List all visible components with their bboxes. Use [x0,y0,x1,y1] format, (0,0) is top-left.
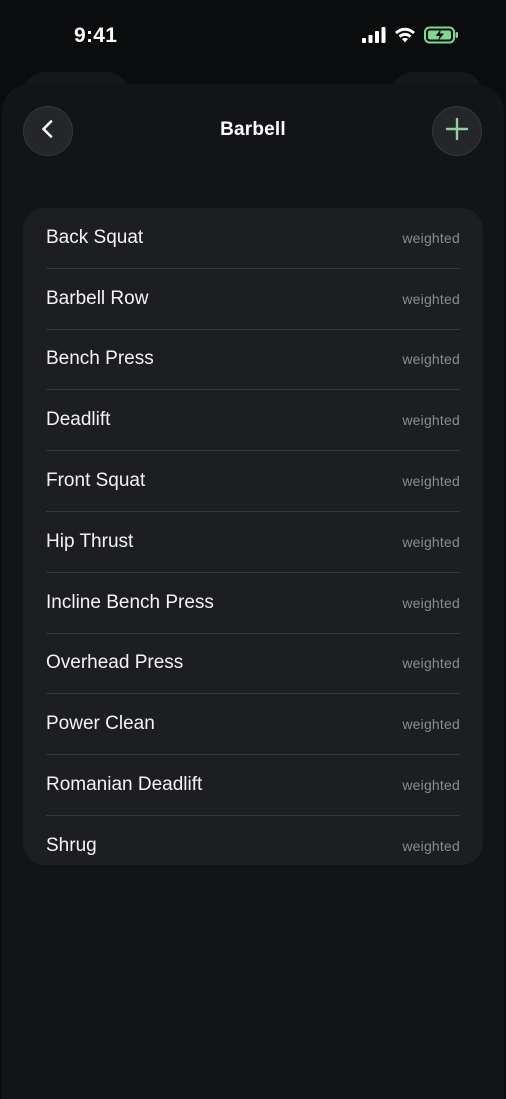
exercise-name: Incline Bench Press [46,591,214,613]
exercise-list-card: Back Squat weighted Barbell Row weighted Ben… [23,208,483,865]
list-item[interactable]: Incline Bench Press weighted [46,573,460,634]
exercise-type: weighted [402,655,460,672]
exercise-name: Shrug [46,834,97,856]
exercise-name: Overhead Press [46,652,184,674]
list-item[interactable]: Front Squat weighted [46,451,460,512]
list-item[interactable]: Romanian Deadlift weighted [46,755,460,816]
screen: 9:41 Barbell Back Squat weighted Barbell… [0,0,506,1099]
exercise-type: weighted [402,837,460,854]
cellular-signal-icon [362,27,386,48]
list-item[interactable]: Overhead Press weighted [46,634,460,695]
exercise-type: weighted [402,777,460,794]
exercise-type: weighted [402,594,460,611]
exercise-name: Deadlift [46,409,111,431]
exercise-type: weighted [402,412,460,429]
list-item[interactable]: Power Clean weighted [46,694,460,756]
exercise-list: Back Squat weighted Barbell Row weighted Ben… [23,208,483,865]
exercise-name: Front Squat [46,470,146,492]
status-icons [362,26,460,49]
list-item[interactable]: Deadlift weighted [46,390,460,452]
plus-icon [445,117,469,146]
list-item[interactable]: Barbell Row weighted [46,269,460,330]
exercise-type: weighted [402,351,460,368]
exercise-type: weighted [402,229,460,246]
exercise-type: weighted [402,533,460,550]
exercise-type: weighted [402,473,460,490]
status-bar: 9:41 [0,0,506,72]
exercise-name: Back Squat [46,226,144,248]
page-title: Barbell [220,119,286,140]
exercise-name: Bench Press [46,348,154,370]
list-item[interactable]: Shrug weighted [46,816,460,865]
battery-charging-icon [424,26,460,49]
list-item[interactable]: Back Squat weighted [46,208,460,269]
status-time: 9:41 [74,24,118,47]
exercise-type: weighted [402,290,460,307]
exercise-name: Hip Thrust [46,530,134,552]
list-item[interactable]: Hip Thrust weighted [46,512,460,573]
exercise-name: Barbell Row [46,287,149,309]
add-button[interactable] [432,106,482,156]
list-item[interactable]: Bench Press weighted [46,330,460,391]
exercise-type: weighted [402,716,460,733]
exercise-name: Romanian Deadlift [46,774,203,796]
modal-sheet: Barbell Back Squat weighted Barbell Row wei… [2,84,504,1099]
wifi-icon [394,27,416,48]
exercise-name: Power Clean [46,713,155,735]
